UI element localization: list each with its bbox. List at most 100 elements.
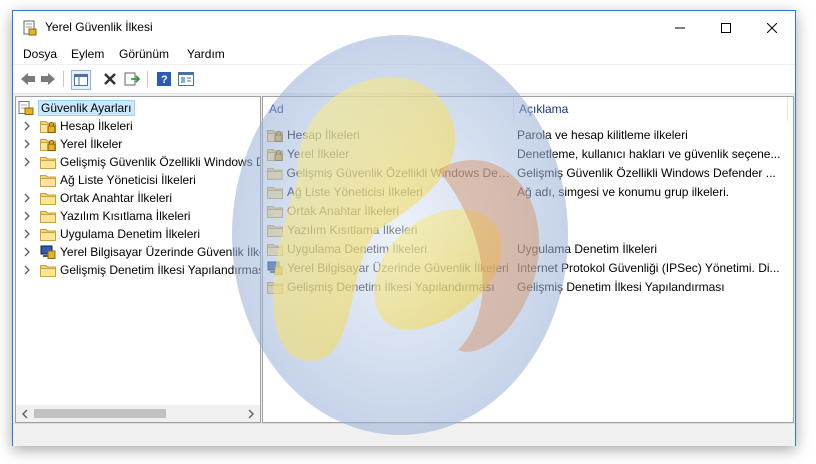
tree-item[interactable]: Uygulama Denetim İlkeleri [22,225,200,243]
list-item[interactable]: Uygulama Denetim İlkeleri Uygulama Deneti… [267,239,787,258]
list-item-name: Gelişmiş Denetim İlkesi Yapılandırması [287,279,495,294]
folder-icon [267,205,283,218]
list-item-name-cell: Gelişmiş Denetim İlkesi Yapılandırması [267,280,511,294]
tree-item[interactable]: Yerel Bilgisayar Üzerinde Güvenlik İlkel… [22,243,260,261]
folder-icon [40,229,56,241]
scroll-right-icon[interactable] [246,409,256,419]
security-settings-icon [18,101,34,115]
chevron-right-icon[interactable] [22,193,32,203]
folder-icon [267,186,283,199]
tree-item[interactable]: Hesap İlkeleri [22,117,133,135]
list-item[interactable]: Ortak Anahtar İlkeleri [267,201,787,220]
folder-icon [40,175,56,187]
folder-icon [40,193,56,205]
folder-icon [267,167,283,180]
chevron-right-icon[interactable] [22,121,32,131]
list-item-name: Yerel İlkeler [287,146,350,161]
list-item-description: Parola ve hesap kilitleme ilkeleri [517,127,688,142]
tree-item-label: Yazılım Kısıtlama İlkeleri [60,209,191,223]
show-tree-icon [74,74,88,86]
list-item-name: Yerel Bilgisayar Üzerinde Güvenlik İlkel… [287,260,509,275]
folder-icon [40,157,56,169]
delete-icon [104,73,116,85]
tree-item-label: Ağ Liste Yöneticisi İlkeleri [60,173,196,187]
minimize-icon [675,27,685,28]
back-arrow-icon [21,73,35,85]
list-item-description: Gelişmiş Güvenlik Özellikli Windows Defe… [517,165,776,180]
list-item-name-cell: Yazılım Kısıtlama İlkeleri [267,223,511,237]
toolbar-separator [63,71,64,87]
tree-root[interactable]: Güvenlik Ayarları [18,99,135,117]
tree-item-label: Gelişmiş Denetim İlkesi Yapılandırması [60,263,261,277]
properties-button[interactable] [177,70,195,88]
locked-folder-icon [267,129,283,142]
svg-text:?: ? [161,74,168,86]
delete-button[interactable] [101,70,119,88]
help-icon: ? [157,72,171,86]
tree-item[interactable]: Yazılım Kısıtlama İlkeleri [22,207,190,225]
security-policy-icon [23,20,37,36]
tree-item[interactable]: Gelişmiş Denetim İlkesi Yapılandırması [22,261,261,279]
scroll-left-icon[interactable] [20,409,30,419]
folder-icon [40,211,56,223]
menu-help[interactable]: Yardım [187,47,225,61]
list-item[interactable]: Yerel Bilgisayar Üzerinde Güvenlik İlkel… [267,258,787,277]
list-item-name: Ağ Liste Yöneticisi İlkeleri [287,184,423,199]
tree-item[interactable]: Ağ Liste Yöneticisi İlkeleri [22,171,196,189]
horizontal-scrollbar[interactable] [16,405,260,422]
chevron-right-icon[interactable] [22,265,32,275]
forward-button[interactable] [39,70,57,88]
scrollbar-thumb[interactable] [34,409,166,418]
list-item-name-cell: Uygulama Denetim İlkeleri [267,242,511,256]
tree-pane: Güvenlik Ayarları Hesap İlkeleri Yerel İl… [15,96,261,423]
toolbar: ? [13,65,795,94]
column-separator[interactable] [513,97,514,121]
list-item[interactable]: Hesap İlkeleri Parola ve hesap kilitleme … [267,125,787,144]
menu-action[interactable]: Eylem [71,47,104,61]
locked-folder-icon [40,121,56,133]
list-item[interactable]: Yazılım Kısıtlama İlkeleri [267,220,787,239]
tree-item-label: Uygulama Denetim İlkeleri [60,227,201,241]
list-item-description: Ağ adı, simgesi ve konumu grup ilkeleri. [517,184,730,199]
menu-file[interactable]: Dosya [23,47,57,61]
chevron-right-icon[interactable] [22,139,32,149]
list-item-name: Hesap İlkeleri [287,127,360,142]
chevron-right-icon[interactable] [22,247,32,257]
ipsec-policy-icon [267,261,283,275]
tree-item[interactable]: Ortak Anahtar İlkeleri [22,189,172,207]
list-item[interactable]: Gelişmiş Denetim İlkesi Yapılandırması Ge… [267,277,787,296]
column-header-name[interactable]: Ad [269,97,509,121]
maximize-icon [721,22,731,33]
chevron-right-icon[interactable] [22,157,32,167]
list-item-name-cell: Yerel Bilgisayar Üzerinde Güvenlik İlkel… [267,261,511,275]
locked-folder-icon [40,139,56,151]
show-hide-tree-button[interactable] [71,70,91,90]
folder-icon [40,265,56,277]
maximize-button[interactable] [703,11,749,44]
list-item[interactable]: Yerel İlkeler Denetleme, kullanıcı haklar… [267,144,787,163]
chevron-right-icon[interactable] [22,229,32,239]
list-item[interactable]: Gelişmiş Güvenlik Özellikli Windows Defe… [267,163,787,182]
column-header-description[interactable]: Açıklama [519,97,779,121]
list-item-name-cell: Hesap İlkeleri [267,128,511,142]
app-window: Yerel Güvenlik İlkesi Dosya Eylem Görünü… [12,10,796,446]
list-item[interactable]: Ağ Liste Yöneticisi İlkeleri Ağ adı, simg… [267,182,787,201]
tree-item-label: Hesap İlkeleri [60,119,133,133]
tree-item[interactable]: Yerel İlkeler [22,135,122,153]
minimize-button[interactable] [657,11,703,44]
chevron-right-icon[interactable] [22,211,32,221]
column-separator[interactable] [787,97,788,121]
list-item-name: Gelişmiş Güvenlik Özellikli Windows Defe… [286,165,511,180]
properties-icon [178,72,194,86]
list-item-name: Uygulama Denetim İlkeleri [287,241,428,256]
back-button[interactable] [19,70,37,88]
list-item-name: Ortak Anahtar İlkeleri [287,203,400,218]
help-button[interactable]: ? [155,70,173,88]
tree-item[interactable]: Gelişmiş Güvenlik Özellikli Windows Defe… [22,153,260,171]
menu-view[interactable]: Görünüm [119,47,169,61]
title-bar: Yerel Güvenlik İlkesi [13,11,795,44]
export-list-button[interactable] [123,70,141,88]
tree-item-label: Ortak Anahtar İlkeleri [60,191,173,205]
close-button[interactable] [749,11,795,44]
list-item-name: Yazılım Kısıtlama İlkeleri [287,222,418,237]
